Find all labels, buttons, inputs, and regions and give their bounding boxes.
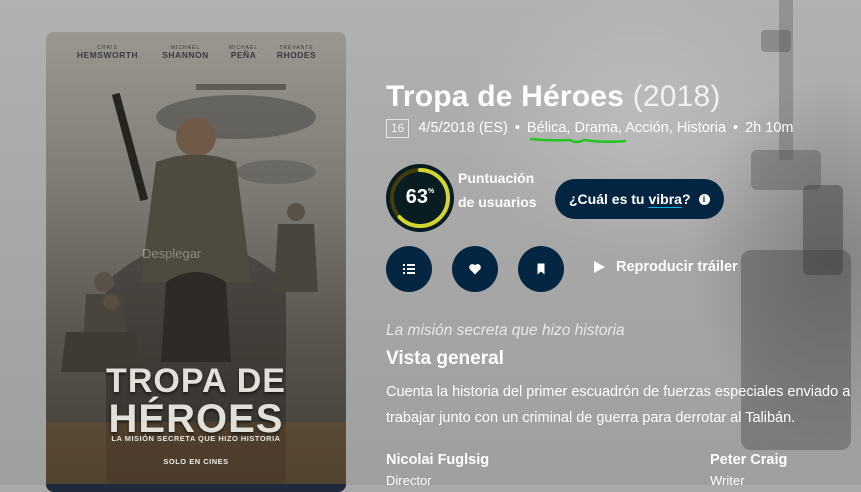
genre-link-drama[interactable]: Drama [574, 120, 618, 136]
watchlist-button[interactable] [518, 246, 564, 292]
genre-link-historia[interactable]: Historia [677, 120, 726, 136]
poster-cast-name: CHRIS HEMSWORTH [76, 45, 139, 61]
heart-icon [469, 264, 481, 275]
crew-role: Writer [710, 473, 745, 488]
play-trailer-button[interactable]: Reproducir tráiler [592, 259, 738, 275]
separator-dot: • [514, 120, 520, 136]
movie-year: (2018) [632, 80, 721, 113]
vibe-button[interactable]: ¿Cuál es tu vibra ? i [555, 179, 724, 219]
poster-cast-name: TREVANTE RHODES [276, 45, 317, 61]
crew-name-link[interactable]: Nicolai Fuglsig [386, 452, 489, 468]
poster-title-line1: TROPA DE [106, 362, 286, 400]
movie-tagline: La misión secreta que hizo historia [386, 322, 625, 339]
favorite-button[interactable] [452, 246, 498, 292]
overview-line: Cuenta la historia del primer escuadrón … [386, 384, 851, 400]
user-score-label: Puntuación de usuarios [458, 170, 537, 210]
movie-facts: 16 4/5/2018 (ES) • Bélica, Drama, Acción… [386, 118, 793, 138]
vibe-word: vibra [648, 191, 682, 207]
overview-text: Cuenta la historia del primer escuadrón … [386, 379, 861, 431]
runtime: 2h 10m [745, 120, 794, 136]
info-icon[interactable]: i [698, 193, 710, 205]
add-to-list-button[interactable] [386, 246, 432, 292]
bookmark-icon [537, 263, 545, 275]
vibe-prefix: ¿Cuál es tu [569, 191, 645, 207]
green-underline-annotation [530, 137, 626, 144]
genre-link-belica[interactable]: Bélica [527, 120, 567, 136]
overview-line: trabajar junto con un criminal de guerra… [386, 410, 796, 426]
movie-title-link[interactable]: Tropa de Héroes [386, 80, 624, 113]
poster-release-note: SOLO EN CINES [163, 457, 229, 466]
play-trailer-label: Reproducir tráiler [616, 259, 738, 275]
overview-heading: Vista general [386, 348, 504, 369]
release-date: 4/5/2018 (ES) [418, 120, 508, 136]
genre-link-accion[interactable]: Acción [625, 120, 669, 136]
poster-bottom-bar [46, 484, 346, 492]
crew-member: Peter Craig Writer [710, 452, 787, 488]
genre-list: Bélica, Drama, Acción, Historia [526, 120, 727, 136]
crew-name-link[interactable]: Peter Craig [710, 452, 787, 468]
crew-member: Nicolai Fuglsig Director [386, 452, 489, 488]
movie-poster[interactable]: CHRIS HEMSWORTH MICHAEL SHANNON MICHAEL PEÑ… [46, 32, 346, 492]
vibe-suffix: ? [681, 191, 691, 207]
user-score-chart[interactable]: 63% [386, 164, 454, 232]
separator-dot: • [733, 120, 739, 136]
list-icon [403, 264, 415, 274]
certification-badge: 16 [386, 118, 410, 138]
poster-hover-label: Desplegar [142, 246, 202, 261]
user-score-value: 63% [405, 186, 435, 208]
play-icon [594, 261, 605, 273]
poster-tagline: LA MISIÓN SECRETA QUE HIZO HISTORIA [111, 434, 281, 443]
crew-role: Director [386, 473, 432, 488]
movie-title: Tropa de Héroes (2018) [386, 80, 721, 114]
